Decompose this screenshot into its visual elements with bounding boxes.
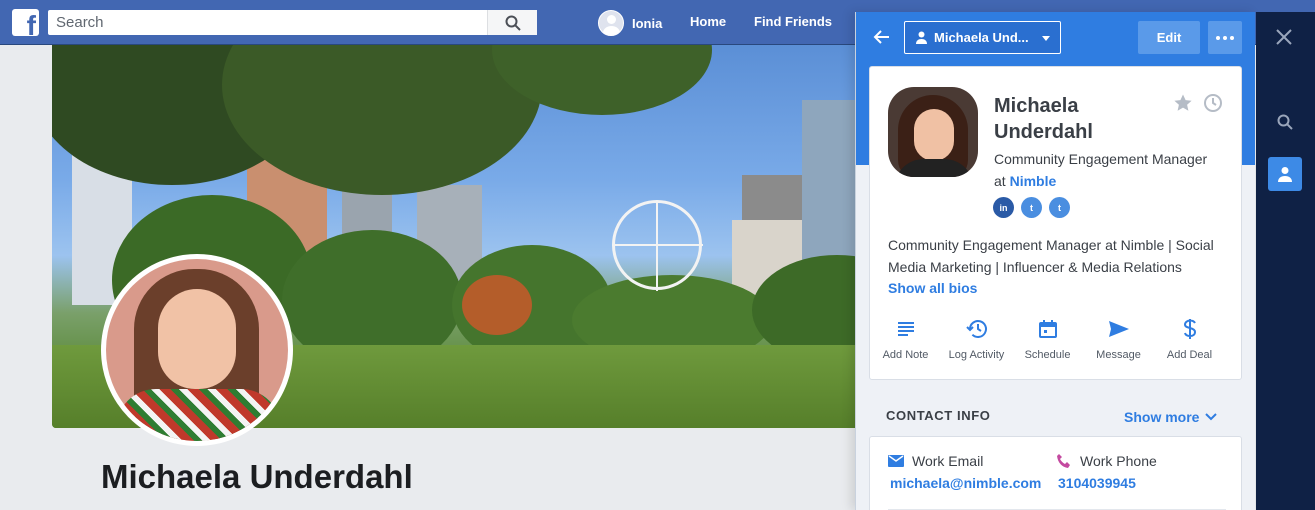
send-icon	[1108, 321, 1129, 337]
nimble-contact-panel: Michaela Und... Edit Michaela Underdahl …	[855, 12, 1255, 510]
message-label: Message	[1096, 349, 1141, 361]
schedule-button[interactable]: Schedule	[1012, 317, 1083, 361]
dollar-icon	[1183, 319, 1196, 339]
person-icon	[1278, 167, 1292, 182]
profile-name: Michaela Underdahl	[101, 458, 413, 495]
social-links: in t t	[993, 197, 1070, 218]
log-activity-button[interactable]: Log Activity	[941, 317, 1012, 361]
contact-title: Community Engagement Manager at Nimble	[994, 148, 1234, 192]
dot-icon	[1230, 35, 1234, 40]
search-button[interactable]	[487, 10, 537, 35]
search-box	[48, 10, 537, 35]
profile-picture[interactable]	[101, 254, 293, 446]
contact-bio: Community Engagement Manager at Nimble |…	[888, 237, 1214, 275]
show-more-label: Show more	[1124, 409, 1200, 425]
search-input[interactable]	[48, 10, 488, 35]
contact-select-label: Michaela Und...	[934, 30, 1029, 45]
search-icon	[505, 15, 521, 31]
work-phone-link[interactable]: 3104039945	[1058, 475, 1157, 491]
contact-info-card: Work Email michaela@nimble.com Work Phon…	[869, 436, 1242, 510]
note-icon	[897, 322, 914, 336]
contact-info-heading: CONTACT INFO	[886, 408, 991, 423]
close-icon[interactable]	[1275, 28, 1293, 46]
company-link[interactable]: Nimble	[1010, 173, 1057, 189]
contact-photo	[888, 87, 978, 177]
more-options-button[interactable]	[1208, 21, 1242, 54]
chevron-down-icon	[1205, 413, 1218, 421]
work-email-link[interactable]: michaela@nimble.com	[890, 475, 1041, 491]
message-button[interactable]: Message	[1083, 317, 1154, 361]
job-title: Community Engagement Manager	[994, 151, 1208, 167]
contact-select-dropdown[interactable]: Michaela Und...	[904, 21, 1061, 54]
arrow-left-icon	[873, 30, 889, 44]
action-bar: Add Note Log Activity Schedule Message A…	[870, 317, 1243, 361]
email-icon	[888, 455, 904, 467]
search-icon[interactable]	[1277, 114, 1293, 130]
add-deal-button[interactable]: Add Deal	[1154, 317, 1225, 361]
work-email-block: Work Email michaela@nimble.com	[888, 453, 1041, 491]
show-more-link[interactable]: Show more	[1124, 409, 1218, 425]
at-label: at	[994, 173, 1006, 189]
back-button[interactable]	[872, 27, 892, 47]
twitter-icon[interactable]: t	[1021, 197, 1042, 218]
add-note-label: Add Note	[882, 349, 929, 361]
edit-button[interactable]: Edit	[1138, 21, 1200, 54]
phone-icon	[1057, 454, 1070, 468]
add-deal-label: Add Deal	[1166, 349, 1213, 361]
add-note-button[interactable]: Add Note	[870, 317, 941, 361]
nav-find-friends[interactable]: Find Friends	[754, 14, 832, 29]
person-icon	[916, 31, 927, 44]
user-name: Ionia	[632, 15, 663, 31]
linkedin-icon[interactable]: in	[993, 197, 1014, 218]
dot-icon	[1223, 35, 1227, 40]
show-all-bios-link[interactable]: Show all bios	[888, 280, 977, 296]
history-icon	[965, 320, 987, 338]
dot-icon	[1216, 35, 1220, 40]
nimble-sidebar	[1256, 12, 1315, 510]
contact-name: Michaela Underdahl	[994, 95, 1093, 143]
facebook-logo[interactable]: f	[12, 9, 39, 36]
schedule-label: Schedule	[1024, 349, 1071, 361]
contact-view-button[interactable]	[1268, 157, 1302, 191]
work-phone-block: Work Phone 3104039945	[1056, 453, 1157, 491]
nav-home[interactable]: Home	[690, 14, 726, 29]
chevron-down-icon	[1042, 36, 1050, 41]
calendar-icon	[1038, 320, 1057, 338]
work-phone-label: Work Phone	[1080, 453, 1157, 469]
work-email-label: Work Email	[912, 453, 984, 469]
twitter-icon[interactable]: t	[1049, 197, 1070, 218]
log-activity-label: Log Activity	[948, 349, 1005, 361]
contact-card: Michaela Underdahl Community Engagement …	[869, 66, 1242, 380]
clock-icon[interactable]	[1203, 93, 1223, 113]
user-profile-link[interactable]: Ionia	[598, 10, 662, 36]
avatar	[598, 10, 624, 36]
star-icon[interactable]	[1173, 93, 1193, 113]
